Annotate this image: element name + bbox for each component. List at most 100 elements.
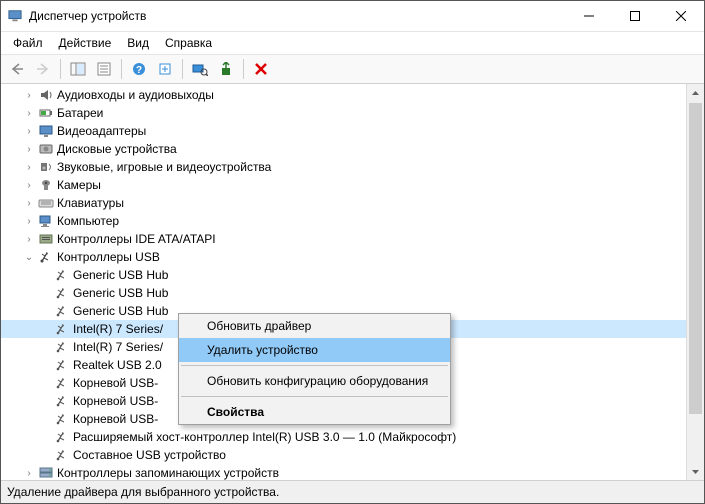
tree-device-label: Корневой USB- — [71, 394, 158, 408]
usb-icon — [37, 249, 55, 265]
tree-device[interactable]: Generic USB Hub — [1, 266, 686, 284]
tree-device-label: Расширяемый хост-контроллер Intel(R) USB… — [71, 430, 456, 444]
scan-hardware-button[interactable] — [188, 57, 212, 81]
help-button[interactable]: ? — [127, 57, 151, 81]
expand-icon[interactable]: › — [21, 195, 37, 211]
usb-dev-icon — [53, 411, 71, 427]
tree-device[interactable]: Расширяемый хост-контроллер Intel(R) USB… — [1, 428, 686, 446]
tree-category[interactable]: ›Контроллеры запоминающих устройств — [1, 464, 686, 480]
disk-icon — [37, 141, 55, 157]
usb-dev-icon — [53, 393, 71, 409]
context-menu-separator — [181, 396, 448, 397]
tree-device-label: Intel(R) 7 Series/ — [71, 322, 163, 336]
tree-category-label: Звуковые, игровые и видеоустройства — [55, 160, 271, 174]
menubar: Файл Действие Вид Справка — [1, 32, 704, 55]
usb-dev-icon — [53, 285, 71, 301]
usb-dev-icon — [53, 267, 71, 283]
action-button[interactable] — [153, 57, 177, 81]
computer-icon — [37, 213, 55, 229]
tree-category[interactable]: › Батареи — [1, 104, 686, 122]
tree-category[interactable]: ›Дисковые устройства — [1, 140, 686, 158]
context-menu-item[interactable]: Удалить устройство — [179, 338, 450, 362]
context-menu-separator — [181, 365, 448, 366]
statusbar: Удаление драйвера для выбранного устройс… — [1, 481, 704, 503]
toolbar-separator — [243, 59, 244, 79]
tree-category-label: Камеры — [55, 178, 101, 192]
close-button[interactable] — [658, 1, 704, 31]
show-hide-tree-button[interactable] — [66, 57, 90, 81]
tree-category[interactable]: › Клавиатуры — [1, 194, 686, 212]
tree-category[interactable]: › Камеры — [1, 176, 686, 194]
tree-category[interactable]: › Контроллеры IDE ATA/ATAPI — [1, 230, 686, 248]
tree-device[interactable]: Составное USB устройство — [1, 446, 686, 464]
usb-dev-icon — [53, 339, 71, 355]
expand-icon[interactable]: › — [21, 123, 37, 139]
tree-category[interactable]: ›Аудиовходы и аудиовыходы — [1, 86, 686, 104]
tree-device-label: Generic USB Hub — [71, 286, 168, 300]
device-manager-window: Диспетчер устройств Файл Действие Вид Сп… — [0, 0, 705, 504]
tree-category[interactable]: › Видеоадаптеры — [1, 122, 686, 140]
keyboard-icon — [37, 195, 55, 211]
expand-icon[interactable]: › — [21, 177, 37, 193]
tree-category[interactable]: › Компьютер — [1, 212, 686, 230]
sound-icon — [37, 159, 55, 175]
tree-category[interactable]: ⌄Контроллеры USB — [1, 248, 686, 266]
tree-device[interactable]: Generic USB Hub — [1, 284, 686, 302]
usb-dev-icon — [53, 321, 71, 337]
menu-view[interactable]: Вид — [119, 34, 157, 52]
tree-category-label: Контроллеры IDE ATA/ATAPI — [55, 232, 216, 246]
scroll-up-button[interactable] — [687, 84, 704, 101]
scroll-down-button[interactable] — [687, 463, 704, 480]
properties-button[interactable] — [92, 57, 116, 81]
battery-icon — [37, 105, 55, 121]
expand-icon[interactable]: › — [21, 231, 37, 247]
maximize-button[interactable] — [612, 1, 658, 31]
uninstall-button[interactable] — [249, 57, 273, 81]
display-icon — [37, 123, 55, 139]
ide-icon — [37, 231, 55, 247]
tree-device-label: Generic USB Hub — [71, 268, 168, 282]
tree-device-label: Составное USB устройство — [71, 448, 226, 462]
expand-icon[interactable]: › — [21, 213, 37, 229]
context-menu-item[interactable]: Обновить конфигурацию оборудования — [179, 369, 450, 393]
tree-category-label: Видеоадаптеры — [55, 124, 146, 138]
window-controls — [566, 1, 704, 31]
collapse-icon[interactable]: ⌄ — [21, 249, 37, 265]
context-menu-item[interactable]: Свойства — [179, 400, 450, 424]
toolbar-separator — [121, 59, 122, 79]
expand-icon[interactable]: › — [21, 465, 37, 480]
usb-dev-icon — [53, 303, 71, 319]
nav-forward-button[interactable] — [31, 57, 55, 81]
tree-device-label: Корневой USB- — [71, 376, 158, 390]
tree-category-label: Батареи — [55, 106, 103, 120]
menu-file[interactable]: Файл — [5, 34, 51, 52]
menu-help[interactable]: Справка — [157, 34, 220, 52]
expand-icon[interactable]: › — [21, 87, 37, 103]
app-icon — [7, 8, 23, 24]
titlebar: Диспетчер устройств — [1, 1, 704, 32]
nav-back-button[interactable] — [5, 57, 29, 81]
svg-text:?: ? — [136, 65, 142, 76]
toolbar: ? — [1, 55, 704, 84]
status-text: Удаление драйвера для выбранного устройс… — [7, 485, 279, 499]
tree-category-label: Клавиатуры — [55, 196, 124, 210]
expand-icon[interactable]: › — [21, 159, 37, 175]
window-title: Диспетчер устройств — [29, 9, 566, 23]
context-menu: Обновить драйверУдалить устройство Обнови… — [178, 313, 451, 425]
vertical-scrollbar[interactable] — [686, 84, 704, 480]
minimize-button[interactable] — [566, 1, 612, 31]
toolbar-separator — [60, 59, 61, 79]
expand-icon[interactable]: › — [21, 141, 37, 157]
menu-action[interactable]: Действие — [51, 34, 120, 52]
audio-icon — [37, 87, 55, 103]
context-menu-item[interactable]: Обновить драйвер — [179, 314, 450, 338]
update-driver-button[interactable] — [214, 57, 238, 81]
usb-dev-icon — [53, 447, 71, 463]
tree-category[interactable]: › Звуковые, игровые и видеоустройства — [1, 158, 686, 176]
tree-device-label: Realtek USB 2.0 — [71, 358, 162, 372]
expand-icon[interactable]: › — [21, 105, 37, 121]
tree-device-label: Generic USB Hub — [71, 304, 168, 318]
tree-device-label: Корневой USB- — [71, 412, 158, 426]
scroll-thumb[interactable] — [689, 103, 702, 414]
tree-category-label: Компьютер — [55, 214, 119, 228]
